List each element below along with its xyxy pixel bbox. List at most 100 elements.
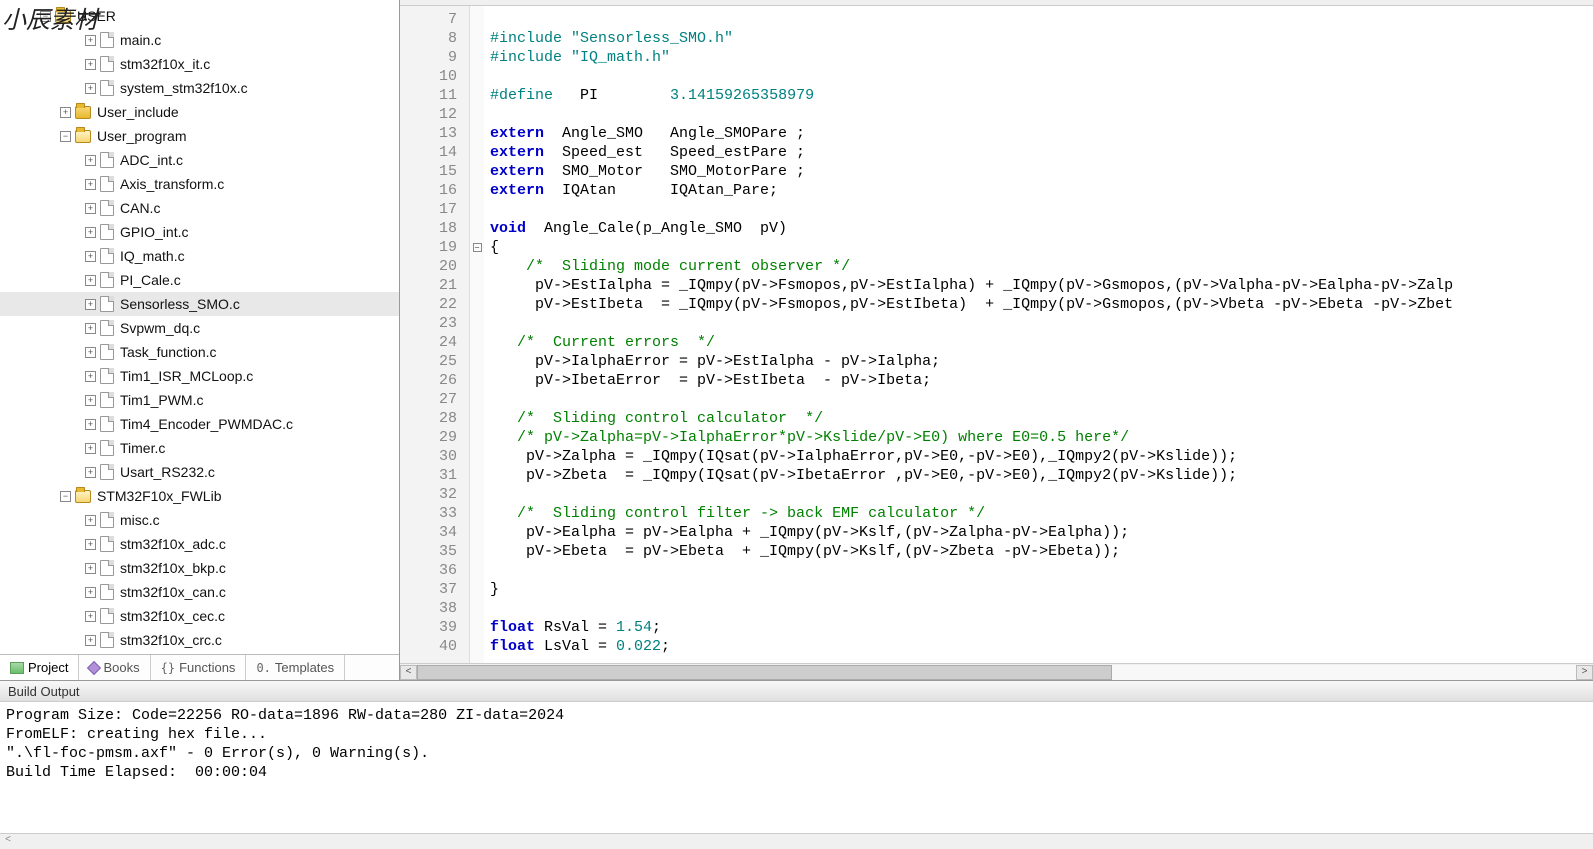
file-icon [100, 296, 114, 312]
file-icon [100, 440, 114, 456]
expander-icon[interactable]: + [85, 563, 96, 574]
tree-item-label: stm32f10x_it.c [120, 56, 210, 72]
file-icon [100, 512, 114, 528]
expander-icon[interactable]: + [85, 275, 96, 286]
file-icon [100, 248, 114, 264]
expander-icon[interactable]: + [85, 203, 96, 214]
expander-icon[interactable]: + [85, 299, 96, 310]
tree-file[interactable]: +PI_Cale.c [0, 268, 399, 292]
tab-templates-label: Templates [275, 660, 334, 675]
tree-file[interactable]: +Sensorless_SMO.c [0, 292, 399, 316]
fold-toggle-icon[interactable]: − [473, 243, 482, 252]
tree-file[interactable]: + misc.c [0, 508, 399, 532]
tab-project-label: Project [28, 660, 68, 675]
file-icon [100, 536, 114, 552]
tree-item-label: GPIO_int.c [120, 224, 188, 240]
file-icon [100, 416, 114, 432]
scroll-left-button[interactable]: < [400, 665, 417, 680]
scroll-thumb[interactable] [417, 665, 1112, 680]
scroll-track[interactable] [417, 665, 1576, 680]
expander-icon[interactable]: + [85, 443, 96, 454]
expander-icon[interactable]: + [85, 347, 96, 358]
file-icon [100, 80, 114, 96]
tree-folder[interactable]: −USER [0, 4, 399, 28]
tree-file[interactable]: +IQ_math.c [0, 244, 399, 268]
tree-file[interactable]: +stm32f10x_crc.c [0, 628, 399, 652]
tree-item-label: misc.c [120, 512, 160, 528]
tree-file[interactable]: +Svpwm_dq.c [0, 316, 399, 340]
tree-folder[interactable]: −STM32F10x_FWLib [0, 484, 399, 508]
build-output-header[interactable]: Build Output [0, 680, 1593, 702]
scroll-left-icon[interactable]: < [0, 834, 16, 849]
file-icon [100, 392, 114, 408]
file-icon [100, 56, 114, 72]
expander-icon[interactable]: + [85, 371, 96, 382]
scroll-right-button[interactable]: > [1576, 665, 1593, 680]
folder-icon [75, 490, 91, 503]
tree-file[interactable]: +main.c [0, 28, 399, 52]
expander-icon[interactable]: − [40, 11, 51, 22]
expander-icon[interactable]: + [85, 467, 96, 478]
tree-item-label: stm32f10x_cec.c [120, 608, 225, 624]
tree-file[interactable]: + GPIO_int.c [0, 220, 399, 244]
tree-file[interactable]: + stm32f10x_it.c [0, 52, 399, 76]
tab-templates[interactable]: 0. Templates [246, 655, 345, 680]
tab-project[interactable]: Project [0, 655, 79, 680]
expander-icon[interactable]: + [60, 107, 71, 118]
file-icon [100, 368, 114, 384]
templates-icon: 0. [256, 661, 270, 675]
main-row: 小辰素材 −USER+main.c+stm32f10x_it.c+system_… [0, 0, 1593, 680]
build-output-scrollbar[interactable]: < [0, 833, 1593, 849]
line-number-gutter: 7891011121314151617181920212223242526272… [400, 6, 470, 663]
code-text[interactable]: #include "Sensorless_SMO.h"#include "IQ_… [484, 6, 1593, 663]
expander-icon[interactable]: + [85, 227, 96, 238]
tree-file[interactable]: +system_stm32f10x.c [0, 76, 399, 100]
expander-icon[interactable]: + [85, 179, 96, 190]
expander-icon[interactable]: + [85, 587, 96, 598]
file-icon [100, 224, 114, 240]
editor-h-scrollbar[interactable]: < > [400, 663, 1593, 680]
expander-icon[interactable]: + [85, 35, 96, 46]
tree-file[interactable]: + Usart_RS232.c [0, 460, 399, 484]
expander-icon[interactable]: + [85, 635, 96, 646]
expander-icon[interactable]: − [60, 131, 71, 142]
tree-item-label: User_include [97, 104, 179, 120]
tree-folder[interactable]: + User_include [0, 100, 399, 124]
tree-file[interactable]: +stm32f10x_can.c [0, 580, 399, 604]
fold-column[interactable]: − [470, 6, 484, 663]
expander-icon[interactable]: + [85, 419, 96, 430]
code-area[interactable]: 7891011121314151617181920212223242526272… [400, 6, 1593, 663]
expander-icon[interactable]: + [85, 155, 96, 166]
expander-icon[interactable]: + [85, 59, 96, 70]
tree-file[interactable]: +ADC_int.c [0, 148, 399, 172]
tree-file[interactable]: + stm32f10x_cec.c [0, 604, 399, 628]
tree-file[interactable]: +Timer.c [0, 436, 399, 460]
expander-icon[interactable]: + [85, 251, 96, 262]
tree-item-label: Usart_RS232.c [120, 464, 215, 480]
expander-icon[interactable]: + [85, 83, 96, 94]
expander-icon[interactable]: + [85, 323, 96, 334]
file-icon [100, 560, 114, 576]
expander-icon[interactable]: + [85, 395, 96, 406]
file-icon [100, 176, 114, 192]
tree-file[interactable]: + CAN.c [0, 196, 399, 220]
tree-file[interactable]: +stm32f10x_adc.c [0, 532, 399, 556]
tree-file[interactable]: +Tim4_Encoder_PWMDAC.c [0, 412, 399, 436]
expander-icon[interactable]: + [85, 515, 96, 526]
expander-icon[interactable]: + [85, 611, 96, 622]
build-output-text[interactable]: Program Size: Code=22256 RO-data=1896 RW… [0, 702, 1593, 833]
tree-item-label: CAN.c [120, 200, 160, 216]
tree-file[interactable]: +Axis_transform.c [0, 172, 399, 196]
tab-functions[interactable]: {}Functions [151, 655, 247, 680]
expander-icon[interactable]: + [85, 539, 96, 550]
expander-icon[interactable]: − [60, 491, 71, 502]
tree-folder[interactable]: −User_program [0, 124, 399, 148]
tree-file[interactable]: +Tim1_PWM.c [0, 388, 399, 412]
tree-file[interactable]: +Task_function.c [0, 340, 399, 364]
app-root: 小辰素材 −USER+main.c+stm32f10x_it.c+system_… [0, 0, 1593, 849]
tab-books-label: Books [103, 660, 139, 675]
tab-books[interactable]: Books [79, 655, 150, 680]
project-tree[interactable]: 小辰素材 −USER+main.c+stm32f10x_it.c+system_… [0, 0, 399, 654]
tree-file[interactable]: +stm32f10x_bkp.c [0, 556, 399, 580]
tree-file[interactable]: +Tim1_ISR_MCLoop.c [0, 364, 399, 388]
